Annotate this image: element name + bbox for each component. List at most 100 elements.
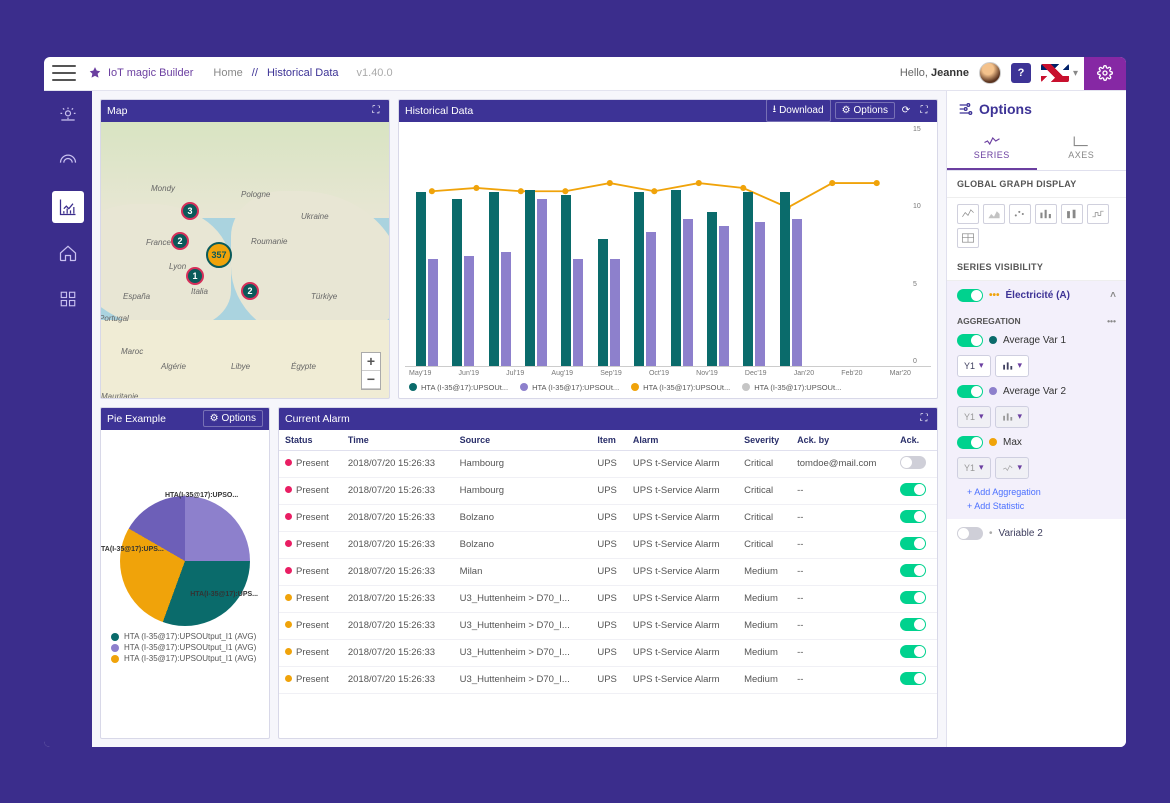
pie-chart[interactable]: HTA(I-35@17):UPSO... HTA(I-35@17):UPS...… bbox=[120, 496, 250, 626]
series-1-header[interactable]: ••• Électricité (A) ˄ bbox=[947, 281, 1126, 310]
bar-group[interactable] bbox=[413, 192, 441, 365]
bar-group[interactable] bbox=[777, 192, 805, 365]
series-toggle[interactable] bbox=[957, 289, 983, 302]
table-header[interactable]: Item bbox=[591, 430, 627, 451]
agg-toggle[interactable] bbox=[957, 334, 983, 347]
pie-options-button[interactable]: ⚙ Options bbox=[203, 410, 263, 427]
map-pin[interactable]: 357 bbox=[206, 242, 232, 268]
table-row[interactable]: Present2018/07/20 15:26:33U3_Huttenheim … bbox=[279, 666, 937, 693]
table-row[interactable]: Present2018/07/20 15:26:33U3_Huttenheim … bbox=[279, 639, 937, 666]
chart-plot[interactable]: 151050 Electricity (A) bbox=[405, 126, 931, 367]
ack-toggle[interactable] bbox=[900, 672, 926, 685]
table-header[interactable]: Alarm bbox=[627, 430, 738, 451]
display-area[interactable] bbox=[983, 204, 1005, 224]
display-line[interactable] bbox=[957, 204, 979, 224]
table-row[interactable]: Present2018/07/20 15:26:33MilanUPSUPS t-… bbox=[279, 558, 937, 585]
display-scatter[interactable] bbox=[1009, 204, 1031, 224]
display-bar[interactable] bbox=[1035, 204, 1057, 224]
ack-toggle[interactable] bbox=[900, 510, 926, 523]
bar-group[interactable] bbox=[668, 190, 696, 366]
menu-toggle[interactable] bbox=[52, 63, 76, 83]
language-chevron-icon[interactable]: ▾ bbox=[1073, 68, 1078, 79]
ack-toggle[interactable] bbox=[900, 456, 926, 469]
settings-button[interactable] bbox=[1084, 57, 1126, 91]
bar-group[interactable] bbox=[486, 192, 514, 365]
chart-type-select[interactable]: ▾ bbox=[995, 457, 1030, 479]
ack-toggle[interactable] bbox=[900, 645, 926, 658]
chart-type-select[interactable]: ▾ bbox=[995, 406, 1030, 428]
zoom-out[interactable]: − bbox=[362, 371, 380, 389]
breadcrumb-current[interactable]: Historical Data bbox=[267, 67, 339, 79]
ack-toggle[interactable] bbox=[900, 483, 926, 496]
bar-group[interactable] bbox=[704, 212, 732, 365]
help-button[interactable]: ? bbox=[1011, 63, 1031, 83]
axis-select[interactable]: Y1 ▾ bbox=[957, 406, 991, 428]
ack-toggle[interactable] bbox=[900, 564, 926, 577]
ack-toggle[interactable] bbox=[900, 618, 926, 631]
display-table[interactable] bbox=[957, 228, 979, 248]
table-header[interactable]: Ack. bbox=[894, 430, 937, 451]
table-header[interactable]: Status bbox=[279, 430, 342, 451]
map-canvas[interactable]: Mondy France Pologne Ukraine España Roum… bbox=[101, 122, 389, 398]
gear-icon bbox=[1097, 65, 1113, 81]
bar-group[interactable] bbox=[522, 190, 550, 366]
zoom-in[interactable]: + bbox=[362, 353, 380, 371]
ack-toggle[interactable] bbox=[900, 591, 926, 604]
legend-item[interactable]: HTA (I-35@17):UPSOUt... bbox=[742, 383, 841, 392]
avatar[interactable] bbox=[979, 62, 1001, 84]
table-row[interactable]: Present2018/07/20 15:26:33U3_Huttenheim … bbox=[279, 612, 937, 639]
expand-icon[interactable]: ⛶ bbox=[917, 104, 931, 118]
bar-group[interactable] bbox=[595, 239, 623, 366]
nav-chart[interactable] bbox=[52, 191, 84, 223]
axis-select[interactable]: Y1 ▾ bbox=[957, 457, 991, 479]
breadcrumb-home[interactable]: Home bbox=[213, 67, 242, 79]
add-aggregation-link[interactable]: + Add Aggregation bbox=[957, 485, 1116, 499]
bar-group[interactable] bbox=[449, 199, 477, 366]
expand-icon[interactable]: ⛶ bbox=[369, 104, 383, 118]
chart-icon bbox=[58, 197, 78, 217]
nav-sun[interactable] bbox=[52, 99, 84, 131]
table-row[interactable]: Present2018/07/20 15:26:33HambourgUPSUPS… bbox=[279, 450, 937, 477]
table-row[interactable]: Present2018/07/20 15:26:33HambourgUPSUPS… bbox=[279, 477, 937, 504]
nav-gauge[interactable] bbox=[52, 145, 84, 177]
bar-group[interactable] bbox=[631, 192, 659, 365]
chart-options-button[interactable]: ⚙ Options bbox=[835, 102, 895, 119]
table-header[interactable]: Time bbox=[342, 430, 454, 451]
chart-type-select[interactable]: ▾ bbox=[995, 355, 1030, 377]
table-row[interactable]: Present2018/07/20 15:26:33BolzanoUPSUPS … bbox=[279, 531, 937, 558]
tab-axes[interactable]: AXES bbox=[1037, 127, 1127, 170]
display-stacked[interactable] bbox=[1061, 204, 1083, 224]
table-row[interactable]: Present2018/07/20 15:26:33BolzanoUPSUPS … bbox=[279, 504, 937, 531]
table-header[interactable]: Source bbox=[454, 430, 592, 451]
legend-item[interactable]: HTA (I-35@17):UPSOUt... bbox=[409, 383, 508, 392]
map-pin[interactable]: 2 bbox=[241, 282, 259, 300]
chart-legend: HTA (I-35@17):UPSOUt... HTA (I-35@17):UP… bbox=[405, 377, 931, 398]
nav-home[interactable] bbox=[52, 237, 84, 269]
refresh-icon[interactable]: ⟳ bbox=[899, 104, 913, 118]
more-icon[interactable]: ••• bbox=[1107, 316, 1116, 326]
map-pin[interactable]: 3 bbox=[181, 202, 199, 220]
display-step[interactable] bbox=[1087, 204, 1109, 224]
bar-group[interactable] bbox=[558, 195, 586, 366]
map-pin[interactable]: 1 bbox=[186, 267, 204, 285]
table-header[interactable]: Ack. by bbox=[791, 430, 894, 451]
map-pin[interactable]: 2 bbox=[171, 232, 189, 250]
add-statistic-link[interactable]: + Add Statistic bbox=[957, 499, 1116, 513]
tab-series[interactable]: SERIES bbox=[947, 127, 1037, 170]
axis-select[interactable]: Y1 ▾ bbox=[957, 355, 991, 377]
legend-item[interactable]: HTA (I-35@17):UPSOUt... bbox=[631, 383, 730, 392]
breadcrumb: Home // Historical Data bbox=[213, 67, 338, 79]
agg-toggle[interactable] bbox=[957, 385, 983, 398]
language-flag-icon[interactable] bbox=[1041, 64, 1069, 82]
agg-toggle[interactable] bbox=[957, 436, 983, 449]
legend-item[interactable]: HTA (I-35@17):UPSOUt... bbox=[520, 383, 619, 392]
ack-toggle[interactable] bbox=[900, 537, 926, 550]
table-row[interactable]: Present2018/07/20 15:26:33U3_Huttenheim … bbox=[279, 585, 937, 612]
expand-icon[interactable]: ⛶ bbox=[917, 412, 931, 426]
series-toggle[interactable] bbox=[957, 527, 983, 540]
bar-group[interactable] bbox=[740, 192, 768, 365]
series-2-row[interactable]: • Variable 2 bbox=[947, 519, 1126, 548]
table-header[interactable]: Severity bbox=[738, 430, 791, 451]
nav-grid[interactable] bbox=[52, 283, 84, 315]
download-button[interactable]: ⭳ Download bbox=[766, 99, 831, 122]
